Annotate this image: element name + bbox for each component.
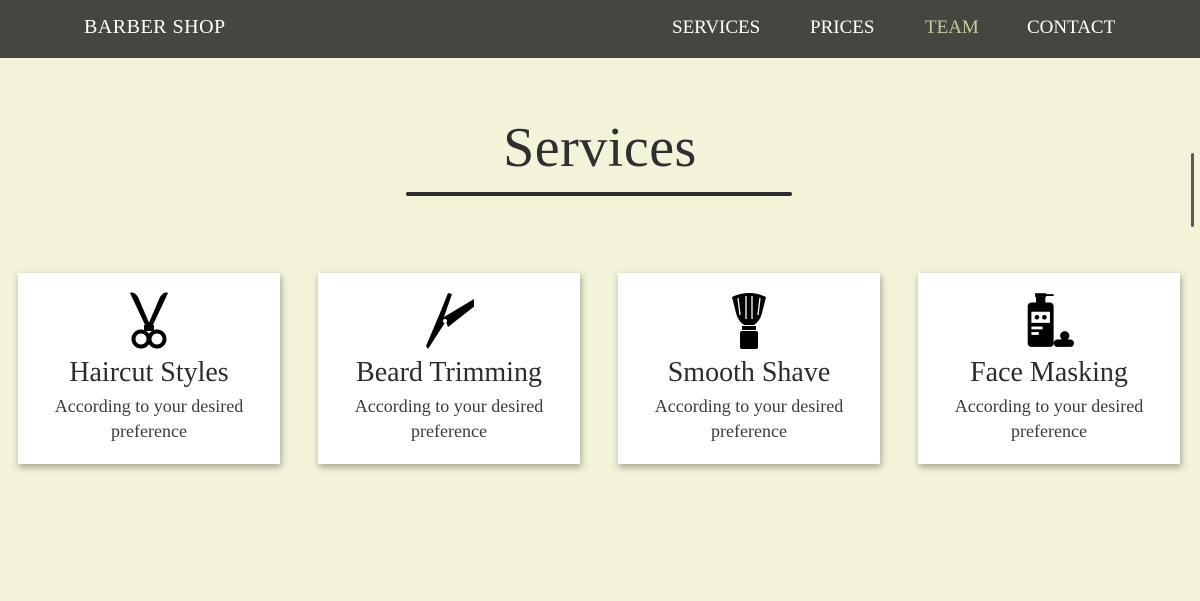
title-underline xyxy=(406,192,792,196)
brand-logo-text[interactable]: BARBER SHOP xyxy=(84,0,226,55)
shaving-brush-icon xyxy=(724,291,774,351)
card-title: Beard Trimming xyxy=(356,357,542,388)
section-title: Services xyxy=(503,117,697,179)
nav-link-team[interactable]: TEAM xyxy=(925,0,979,55)
card-text: According to your desired preference xyxy=(654,396,844,441)
card-title: Face Masking xyxy=(970,357,1128,388)
service-card-beard: Beard Trimming According to your desired… xyxy=(318,273,580,464)
card-text: According to your desired preference xyxy=(54,396,244,441)
nav-link-prices[interactable]: PRICES xyxy=(810,0,874,55)
card-title: Smooth Shave xyxy=(667,357,831,388)
card-title: Haircut Styles xyxy=(69,357,229,388)
straight-razor-icon xyxy=(424,291,474,351)
card-text: According to your desired preference xyxy=(954,396,1144,441)
service-card-shave: Smooth Shave According to your desired p… xyxy=(618,273,880,464)
nav-link-contact[interactable]: CONTACT xyxy=(1027,0,1115,55)
face-mask-bottle-icon xyxy=(1024,291,1074,351)
card-text: According to your desired preference xyxy=(354,396,544,441)
nav-link-services[interactable]: SERVICES xyxy=(672,0,760,55)
navbar: BARBER SHOP SERVICES PRICES TEAM CONTACT xyxy=(0,0,1200,58)
service-card-face-mask: Face Masking According to your desired p… xyxy=(918,273,1180,464)
scissors-icon xyxy=(124,291,174,351)
service-card-haircut: Haircut Styles According to your desired… xyxy=(18,273,280,464)
